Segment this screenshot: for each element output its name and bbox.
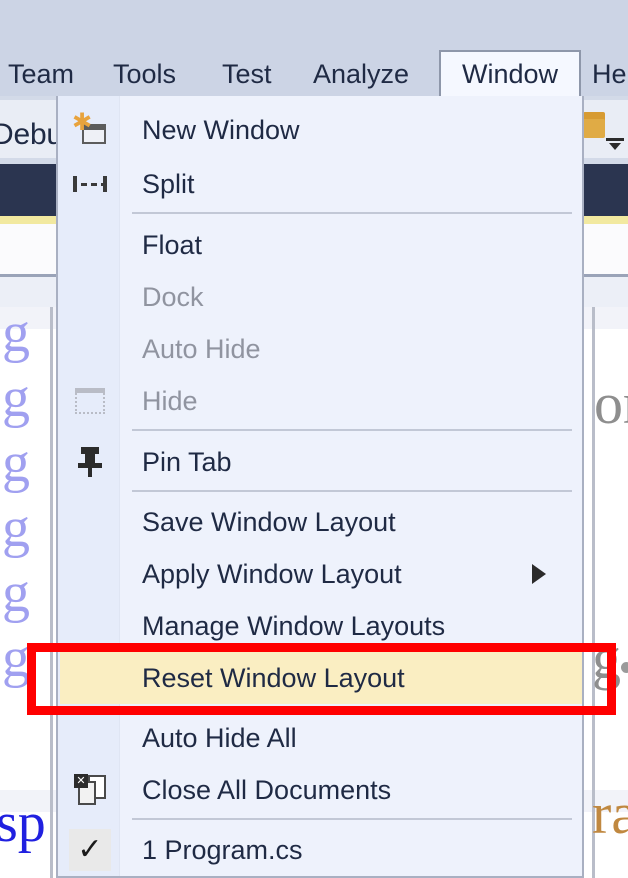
menubar-item-test[interactable]: Test bbox=[222, 52, 280, 96]
code-glyph: ra bbox=[592, 785, 628, 843]
menu-item-no-icon bbox=[60, 271, 120, 323]
menu-item-no-icon bbox=[60, 652, 120, 704]
check-icon: ✓ bbox=[60, 824, 120, 876]
menu-item-new-window[interactable]: ✱ New Window bbox=[60, 104, 582, 156]
close-all-docs-icon: ✕ bbox=[60, 764, 120, 816]
menu-item-label: Auto Hide bbox=[120, 336, 261, 363]
menu-separator bbox=[132, 818, 572, 820]
menu-item-label: Hide bbox=[120, 388, 198, 415]
menu-item-label: Float bbox=[120, 232, 202, 259]
menu-item-label: Split bbox=[120, 171, 195, 198]
menu-item-pin-tab[interactable]: Pin Tab bbox=[60, 436, 582, 488]
visual-studio-window-menu-screenshot: Debug g g g g g g sp or g ra Team Tools … bbox=[0, 0, 628, 878]
code-glyph: g bbox=[592, 630, 621, 688]
menu-item-auto-hide-all[interactable]: Auto Hide All bbox=[60, 712, 582, 764]
menu-item-label: Reset Window Layout bbox=[120, 665, 405, 692]
menu-separator bbox=[132, 212, 572, 214]
toolbar-overflow-icon[interactable] bbox=[606, 138, 626, 158]
code-glyph: g bbox=[2, 305, 30, 361]
menubar-item-analyze[interactable]: Analyze bbox=[313, 52, 425, 96]
menu-item-reset-window-layout[interactable]: Reset Window Layout bbox=[60, 652, 582, 704]
menu-item-no-icon bbox=[60, 712, 120, 764]
code-glyph: sp bbox=[0, 795, 46, 851]
code-glyph: g bbox=[2, 500, 30, 556]
code-glyph: g bbox=[2, 435, 30, 491]
menu-item-label: Close All Documents bbox=[120, 777, 391, 804]
menu-item-hide: Hide bbox=[60, 375, 582, 427]
menubar-item-window[interactable]: Window bbox=[439, 50, 581, 98]
menu-item-no-icon bbox=[60, 548, 120, 600]
folder-icon[interactable] bbox=[583, 112, 605, 138]
menubar-item-team[interactable]: Team bbox=[8, 52, 78, 96]
menu-item-dock: Dock bbox=[60, 271, 582, 323]
menu-item-save-window-layout[interactable]: Save Window Layout bbox=[60, 496, 582, 548]
menu-item-label: 1 Program.cs bbox=[120, 837, 303, 864]
code-glyph: g bbox=[2, 630, 30, 686]
menu-item-label: Auto Hide All bbox=[120, 725, 297, 752]
menu-item-no-icon bbox=[60, 600, 120, 652]
split-icon bbox=[60, 158, 120, 210]
code-glyph: or bbox=[594, 375, 628, 433]
menu-item-no-icon bbox=[60, 496, 120, 548]
menu-item-label: Manage Window Layouts bbox=[120, 613, 445, 640]
menu-item-label: Pin Tab bbox=[120, 449, 232, 476]
menubar-item-help[interactable]: He bbox=[592, 52, 628, 96]
menu-item-close-all-documents[interactable]: ✕ Close All Documents bbox=[60, 764, 582, 816]
code-glyph: g bbox=[2, 565, 30, 621]
menu-item-label: Save Window Layout bbox=[120, 509, 396, 536]
hide-icon bbox=[60, 375, 120, 427]
code-dot-glyph bbox=[621, 662, 628, 673]
menu-item-auto-hide: Auto Hide bbox=[60, 323, 582, 375]
menu-item-no-icon bbox=[60, 219, 120, 271]
menu-item-no-icon bbox=[60, 323, 120, 375]
menu-item-apply-window-layout[interactable]: Apply Window Layout bbox=[60, 548, 582, 600]
pin-icon bbox=[60, 436, 120, 488]
window-menu-dropdown: ✱ New Window Split Float bbox=[56, 96, 584, 878]
menu-separator bbox=[132, 706, 572, 708]
new-window-icon: ✱ bbox=[60, 104, 120, 156]
chevron-right-icon bbox=[532, 564, 546, 584]
menu-item-label: Apply Window Layout bbox=[120, 561, 402, 588]
menu-separator bbox=[132, 429, 572, 431]
menu-item-label: Dock bbox=[120, 284, 204, 311]
menu-item-program-cs[interactable]: ✓ 1 Program.cs bbox=[60, 824, 582, 876]
menu-item-float[interactable]: Float bbox=[60, 219, 582, 271]
menu-separator bbox=[132, 490, 572, 492]
code-glyph: g bbox=[2, 370, 30, 426]
menubar-item-tools[interactable]: Tools bbox=[113, 52, 188, 96]
editor-indent-guide bbox=[50, 307, 53, 878]
menu-item-manage-window-layouts[interactable]: Manage Window Layouts bbox=[60, 600, 582, 652]
menu-item-label: New Window bbox=[120, 117, 300, 144]
menu-item-split[interactable]: Split bbox=[60, 158, 582, 210]
